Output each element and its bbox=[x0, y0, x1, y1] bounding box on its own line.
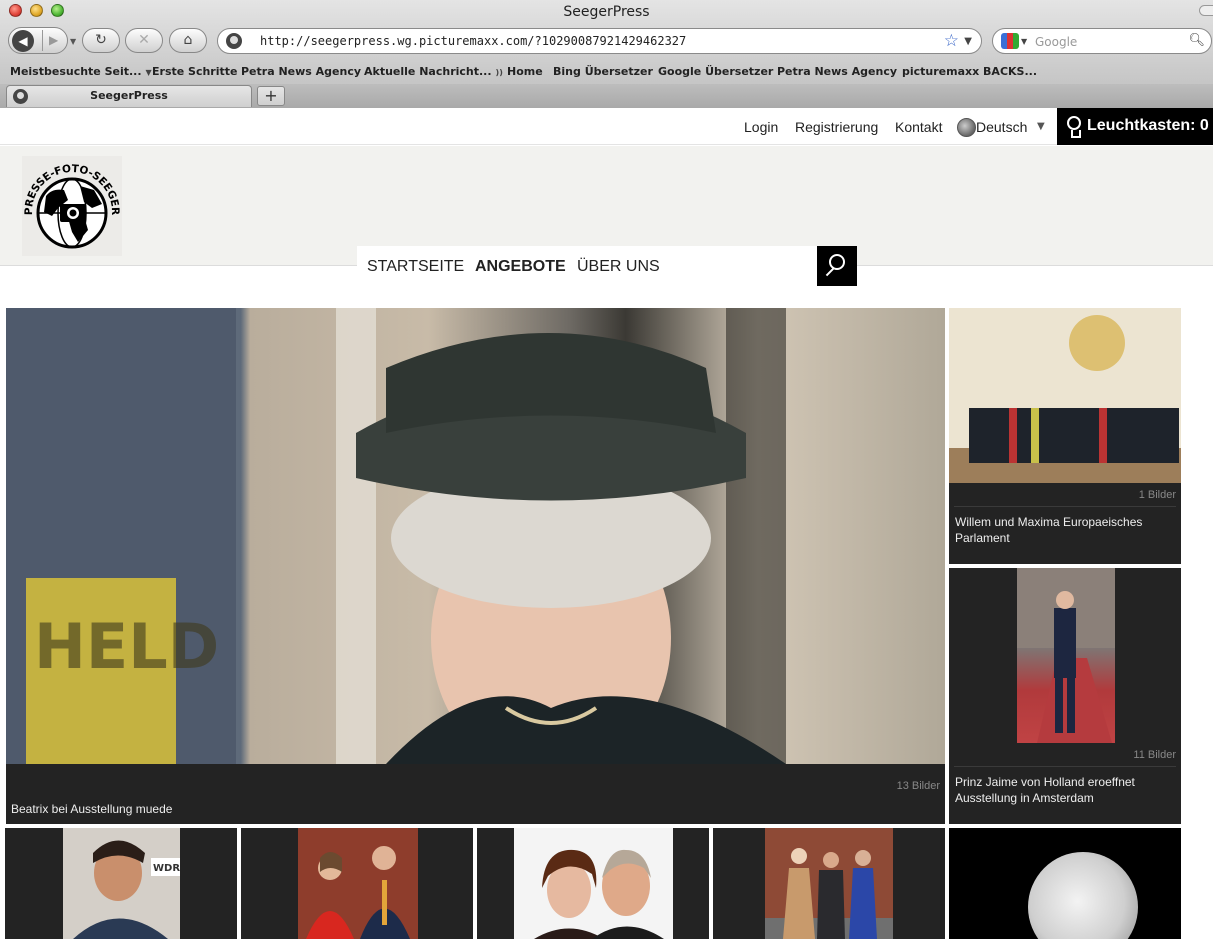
url-bar[interactable]: http://seegerpress.wg.picturemaxx.com/?1… bbox=[217, 28, 982, 54]
contact-link[interactable]: Kontakt bbox=[895, 119, 942, 135]
chevron-down-icon: ▼ bbox=[145, 68, 152, 77]
gallery-photo[interactable] bbox=[765, 828, 893, 939]
couple-photo-illustration bbox=[298, 828, 418, 939]
tab-title: SeegerPress bbox=[90, 89, 168, 102]
gallery-photo[interactable]: WDR bbox=[63, 828, 180, 939]
gallery-tile[interactable] bbox=[241, 828, 473, 939]
tab-strip: SeegerPress + bbox=[0, 84, 1213, 108]
caption-separator bbox=[954, 766, 1176, 767]
bookmark-item[interactable]: Bing Übersetzer bbox=[553, 65, 653, 78]
gallery-tile[interactable]: 1 Bilder Willem und Maxima Europaeisches… bbox=[949, 308, 1181, 564]
rss-icon: )) bbox=[495, 68, 503, 77]
forward-button[interactable]: ▶ bbox=[49, 33, 58, 47]
sign-text: HELD bbox=[34, 610, 219, 683]
nav-item-ueber-uns[interactable]: ÜBER UNS bbox=[577, 258, 660, 276]
red-carpet-photo-illustration bbox=[1017, 568, 1115, 743]
gallery-caption[interactable]: Beatrix bei Ausstellung muede bbox=[11, 801, 939, 817]
lightbulb-icon bbox=[1067, 116, 1081, 138]
top-utility-bar: Login Registrierung Kontakt Deutsch ▼ Le… bbox=[0, 108, 1213, 145]
bookmark-label: Aktuelle Nachricht... bbox=[364, 65, 492, 78]
search-input[interactable]: Google bbox=[1035, 35, 1077, 49]
bookmark-item[interactable]: Google Übersetzer bbox=[658, 65, 773, 78]
gallery-tile[interactable] bbox=[949, 828, 1181, 939]
gallery-tile[interactable]: WDR bbox=[5, 828, 237, 939]
gallery-photo[interactable] bbox=[514, 828, 673, 939]
image-count: 1 Bilder bbox=[1138, 489, 1176, 501]
bookmark-item[interactable]: Petra News Agency bbox=[241, 65, 361, 78]
bookmark-item[interactable]: Aktuelle Nachricht...)) bbox=[364, 65, 503, 78]
bookmark-star-icon[interactable]: ☆ bbox=[944, 31, 959, 51]
gallery-tile[interactable] bbox=[477, 828, 709, 939]
tab-seegerpress[interactable]: SeegerPress bbox=[6, 85, 252, 107]
gallery-caption[interactable]: Willem und Maxima Europaeisches Parlamen… bbox=[955, 514, 1175, 546]
site-identity-icon[interactable] bbox=[226, 33, 242, 49]
hero-photo-illustration: HELD bbox=[6, 308, 786, 764]
chevron-down-icon[interactable]: ▼ bbox=[1037, 121, 1045, 132]
bookmark-item[interactable]: Erste Schritte bbox=[152, 65, 237, 78]
lightbox-button[interactable]: Leuchtkasten: 0 bbox=[1057, 108, 1213, 145]
register-link[interactable]: Registrierung bbox=[795, 119, 878, 135]
new-tab-button[interactable]: + bbox=[257, 86, 285, 106]
search-icon-handle bbox=[825, 267, 835, 277]
gallery-photo[interactable] bbox=[949, 308, 1181, 483]
gallery-caption[interactable]: Prinz Jaime von Holland eroeffnet Ausste… bbox=[955, 774, 1175, 806]
studio-portrait-illustration bbox=[514, 828, 673, 939]
trio-photo-illustration bbox=[765, 828, 893, 939]
globe-icon[interactable] bbox=[957, 118, 976, 137]
back-button[interactable]: ◀ bbox=[12, 30, 34, 52]
bookmark-item[interactable]: Home bbox=[507, 65, 543, 78]
history-dropdown-icon[interactable]: ▼ bbox=[70, 37, 76, 46]
globe-camera-logo-icon: PRESSE-FOTO-SEEGER bbox=[23, 163, 121, 249]
site-logo[interactable]: PRESSE-FOTO-SEEGER bbox=[22, 156, 122, 256]
login-link[interactable]: Login bbox=[744, 119, 778, 135]
back-forward-group: ◀ ▶ bbox=[8, 27, 68, 54]
gallery-tile[interactable]: 11 Bilder Prinz Jaime von Holland eroeff… bbox=[949, 568, 1181, 824]
web-page: Login Registrierung Kontakt Deutsch ▼ Le… bbox=[0, 108, 1213, 939]
search-bar[interactable]: ▼ Google 🔍︎ bbox=[992, 28, 1212, 54]
gallery-photo[interactable] bbox=[949, 828, 1181, 939]
portrait-photo-illustration: WDR bbox=[63, 828, 180, 939]
stop-button[interactable]: ✕ bbox=[125, 28, 163, 53]
search-engine-icon[interactable] bbox=[1001, 33, 1019, 49]
url-text[interactable]: http://seegerpress.wg.picturemaxx.com/?1… bbox=[260, 34, 686, 48]
window-title: SeegerPress bbox=[563, 4, 650, 20]
reload-button[interactable]: ↻ bbox=[82, 28, 120, 53]
toolbar-toggle-button[interactable] bbox=[1199, 5, 1213, 16]
title-bar: SeegerPress bbox=[0, 0, 1213, 22]
bookmarks-bar: Meistbesuchte Seit... ▼ Erste Schritte Pe… bbox=[0, 60, 1213, 84]
nav-item-angebote[interactable]: ANGEBOTE bbox=[475, 258, 566, 276]
moon-image bbox=[1028, 852, 1138, 939]
gallery-tile-main[interactable]: HELD 13 Bilder Beatrix bei Ausstellung m… bbox=[6, 308, 945, 824]
home-button[interactable]: ⌂ bbox=[169, 28, 207, 53]
bookmark-item[interactable]: picturemaxx BACKS... bbox=[902, 65, 1037, 78]
main-navigation: STARTSEITE ANGEBOTE ÜBER UNS bbox=[357, 246, 817, 286]
image-count: 11 Bilder bbox=[1133, 749, 1176, 761]
url-history-dropdown-icon[interactable]: ▼ bbox=[964, 36, 972, 47]
navigation-toolbar: ◀ ▶ ▼ ↻ ✕ ⌂ http://seegerpress.wg.pictur… bbox=[0, 27, 1213, 57]
bookmark-item[interactable]: Meistbesuchte Seit... ▼ bbox=[10, 65, 152, 78]
caption-separator bbox=[954, 506, 1176, 507]
image-count: 13 Bilder bbox=[896, 780, 940, 792]
group-photo-illustration bbox=[949, 308, 1181, 483]
bookmark-label: Meistbesuchte Seit... bbox=[10, 65, 142, 78]
badge-text: WDR bbox=[153, 863, 180, 874]
gallery-photo[interactable] bbox=[1017, 568, 1115, 743]
lightbox-label: Leuchtkasten: 0 bbox=[1087, 117, 1209, 134]
search-engine-dropdown-icon[interactable]: ▼ bbox=[1021, 37, 1027, 46]
nav-item-startseite[interactable]: STARTSEITE bbox=[367, 258, 464, 276]
site-search-button[interactable] bbox=[817, 246, 857, 286]
gallery-photo[interactable] bbox=[298, 828, 418, 939]
gallery-tile[interactable] bbox=[713, 828, 945, 939]
browser-chrome: SeegerPress ◀ ▶ ▼ ↻ ✕ ⌂ http://seegerpre… bbox=[0, 0, 1213, 108]
bookmark-item[interactable]: Petra News Agency bbox=[777, 65, 897, 78]
gallery-photo[interactable]: HELD bbox=[6, 308, 945, 764]
back-forward-divider bbox=[42, 30, 43, 51]
search-icon[interactable]: 🔍︎ bbox=[1188, 33, 1205, 48]
language-select[interactable]: Deutsch bbox=[976, 119, 1027, 135]
